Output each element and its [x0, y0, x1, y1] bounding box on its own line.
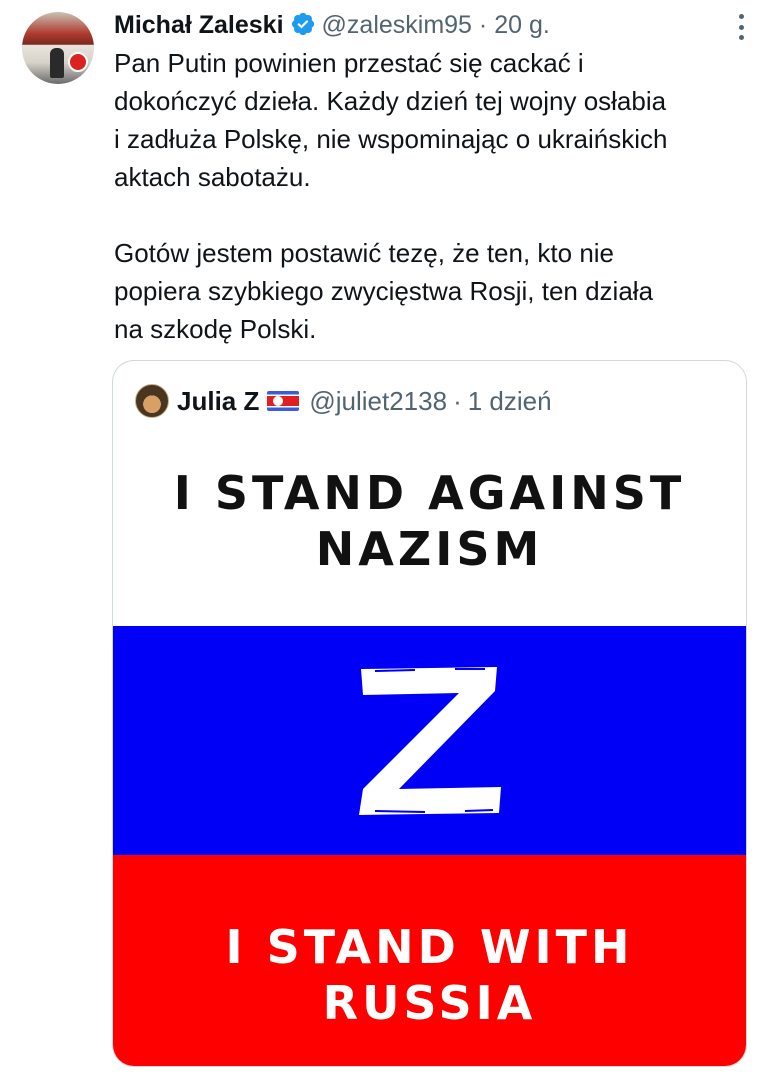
author-name[interactable]: Michał Zaleski — [114, 11, 284, 39]
quoted-tweet-image[interactable]: I STAND AGAINST NAZISM I STAND WITH RUSS… — [113, 433, 746, 1066]
quoted-tweet[interactable]: Julia Z @juliet2138 · 1 dzień I STAND AG… — [112, 360, 747, 1067]
quoted-tweet-header: Julia Z @juliet2138 · 1 dzień — [135, 381, 552, 421]
image-top-text: I STAND AGAINST NAZISM — [173, 466, 686, 576]
tweet-text: Pan Putin powinien przestać się cackać i… — [114, 48, 668, 344]
more-dot — [738, 24, 744, 30]
quoted-author-name[interactable]: Julia Z — [177, 381, 259, 421]
quoted-author-handle[interactable]: @juliet2138 — [309, 381, 447, 421]
quoted-tweet-time[interactable]: 1 dzień — [468, 381, 552, 421]
north-korea-flag-icon — [267, 391, 300, 411]
separator-dot: · — [453, 386, 462, 416]
verified-badge-icon — [290, 11, 316, 44]
avatar-figure — [50, 48, 64, 78]
tweet-time[interactable]: 20 g. — [494, 11, 550, 39]
more-options-icon[interactable] — [737, 14, 745, 40]
tweet-header: Michał Zaleski @zaleskim95 · 20 g. — [114, 10, 707, 44]
separator-dot: · — [478, 11, 488, 39]
z-symbol-graphic — [358, 666, 501, 815]
more-dot — [738, 35, 744, 40]
author-handle[interactable]: @zaleskim95 — [322, 11, 472, 39]
author-avatar[interactable] — [22, 12, 94, 84]
avatar-sign — [68, 52, 88, 72]
image-bottom-text: I STAND WITH RUSSIA — [225, 920, 634, 1030]
more-dot — [738, 14, 744, 19]
quoted-author-avatar[interactable] — [135, 384, 169, 418]
z-symbol — [113, 626, 746, 855]
